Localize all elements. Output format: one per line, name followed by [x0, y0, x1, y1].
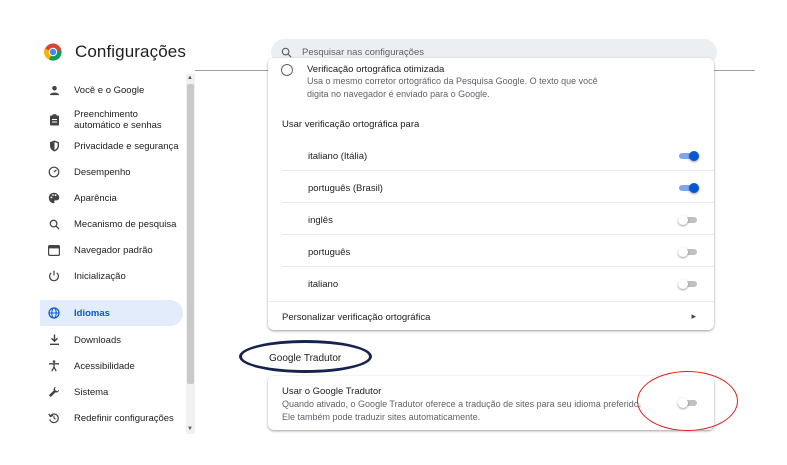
row-divider [268, 301, 714, 302]
annotation-ellipse-toggle [637, 371, 738, 431]
sidebar-scrollbar[interactable]: ▲ ▼ [186, 74, 195, 434]
browser-icon [48, 244, 60, 256]
search-input[interactable] [300, 45, 684, 59]
spellcheck-toggle-ingles[interactable] [678, 215, 699, 225]
toggle-knob [689, 151, 699, 161]
google-translate-description: Quando ativado, o Google Tradutor oferec… [282, 399, 642, 422]
clipboard-icon [48, 114, 60, 126]
spellcheck-language-label: português [308, 247, 351, 258]
row-divider [282, 266, 714, 267]
spellcheck-toggle-italiano[interactable] [678, 279, 699, 289]
sidebar-item-label: Você e o Google [74, 84, 145, 96]
sidebar-item-label: Privacidade e segurança [74, 140, 179, 152]
sidebar-item-label: Acessibilidade [74, 360, 135, 372]
accessibility-icon [48, 360, 60, 372]
sidebar-item-label: Inicialização [74, 270, 126, 282]
sidebar-item-label: Downloads [74, 334, 121, 346]
spellcheck-toggle-portugues[interactable] [678, 247, 699, 257]
chevron-right-icon: ▸ [691, 311, 696, 321]
sidebar-item-appearance[interactable]: Aparência [40, 190, 183, 206]
enhanced-spellcheck-description: Usa o mesmo corretor ortográfico da Pesq… [307, 76, 598, 99]
sidebar-item-accessibility[interactable]: Acessibilidade [40, 358, 183, 374]
annotation-ellipse-heading [239, 340, 372, 373]
customize-spellcheck-row[interactable]: Personalizar verificação ortográfica ▸ [268, 307, 714, 329]
search-icon [281, 47, 292, 58]
sidebar-item-search-engine[interactable]: Mecanismo de pesquisa [40, 216, 183, 232]
sidebar-item-label: Aparência [74, 192, 117, 204]
speedometer-icon [48, 166, 60, 178]
reset-icon [48, 412, 60, 424]
sidebar-item-startup[interactable]: Inicialização [40, 268, 183, 284]
spellcheck-toggle-italiano-italia[interactable] [679, 151, 699, 161]
sidebar-item-performance[interactable]: Desempenho [40, 164, 183, 180]
spellcheck-toggle-portugues-brasil[interactable] [679, 183, 699, 193]
sidebar: Você e o Google Preenchimento automático… [40, 74, 190, 434]
scroll-down-icon[interactable]: ▼ [187, 426, 193, 432]
toggle-knob [678, 279, 688, 289]
download-icon [48, 334, 60, 346]
sidebar-item-system[interactable]: Sistema [40, 384, 183, 400]
toggle-knob [678, 215, 688, 225]
sidebar-item-downloads[interactable]: Downloads [40, 332, 183, 348]
sidebar-item-languages[interactable]: Idiomas [40, 300, 183, 326]
enhanced-spellcheck-radio[interactable] [281, 64, 293, 76]
sidebar-item-you-and-google[interactable]: Você e o Google [40, 82, 183, 98]
power-icon [48, 270, 60, 282]
chrome-logo-icon [44, 43, 62, 61]
sidebar-item-label: Redefinir configurações [74, 412, 174, 424]
search-icon [48, 218, 60, 230]
scroll-up-icon[interactable]: ▲ [187, 75, 193, 81]
enhanced-spellcheck-title: Verificação ortográfica otimizada [307, 64, 445, 75]
sidebar-item-label: Preenchimento automático e senhas [74, 109, 162, 131]
spellcheck-language-label: português (Brasil) [308, 183, 383, 194]
shield-icon [48, 140, 60, 152]
toggle-knob [689, 183, 699, 193]
page-title: Configurações [75, 42, 186, 61]
sidebar-item-autofill[interactable]: Preenchimento automático e senhas [40, 108, 183, 132]
spellcheck-card: Verificação ortográfica otimizada Usa o … [268, 58, 714, 330]
sidebar-item-label: Mecanismo de pesquisa [74, 218, 177, 230]
row-divider [282, 234, 714, 235]
globe-icon [48, 307, 60, 319]
sidebar-item-reset[interactable]: Redefinir configurações [40, 410, 183, 426]
scrollbar-thumb[interactable] [187, 84, 194, 384]
sidebar-item-label: Desempenho [74, 166, 131, 178]
person-icon [48, 84, 60, 96]
sidebar-item-default-browser[interactable]: Navegador padrão [40, 242, 183, 258]
google-translate-title: Usar o Google Tradutor [282, 386, 382, 397]
palette-icon [48, 192, 60, 204]
spellcheck-languages-label: Usar verificação ortográfica para [282, 119, 420, 130]
spellcheck-language-label: inglês [308, 215, 333, 226]
spellcheck-language-label: italiano [308, 279, 339, 290]
customize-spellcheck-label: Personalizar verificação ortográfica [282, 312, 431, 323]
wrench-icon [48, 386, 60, 398]
row-divider [282, 202, 714, 203]
row-divider [282, 170, 714, 171]
sidebar-item-privacy[interactable]: Privacidade e segurança [40, 138, 183, 154]
sidebar-item-label: Navegador padrão [74, 244, 153, 256]
sidebar-item-label: Idiomas [74, 307, 110, 319]
toggle-knob [678, 247, 688, 257]
sidebar-item-label: Sistema [74, 386, 109, 398]
spellcheck-language-label: italiano (Itália) [308, 151, 368, 162]
